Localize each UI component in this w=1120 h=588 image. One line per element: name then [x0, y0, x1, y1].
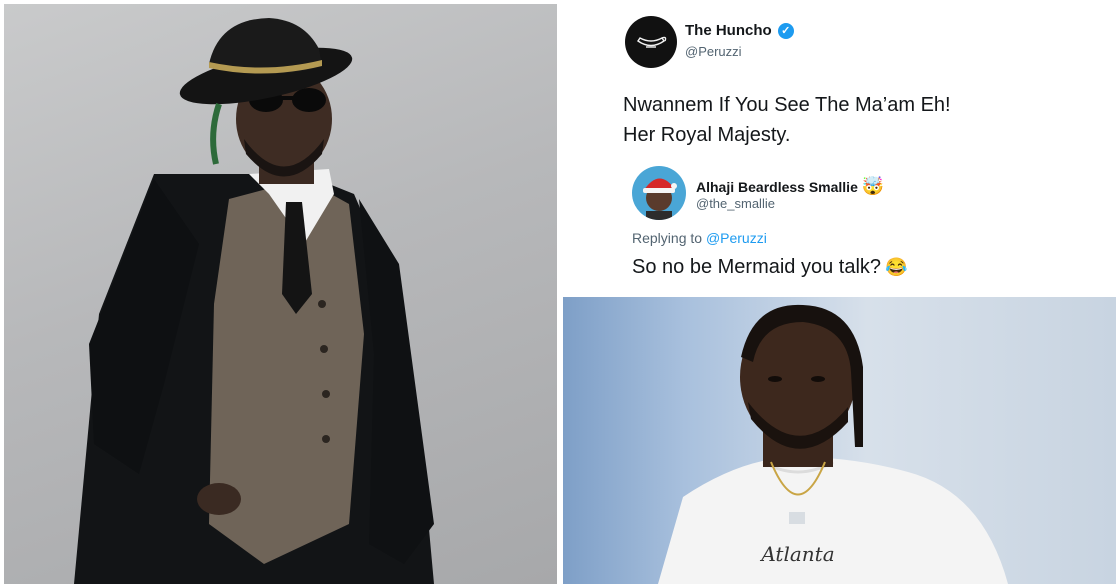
- suited-man-photo: [4, 4, 557, 584]
- reply-text-body: So no be Mermaid you talk?: [632, 256, 882, 278]
- reply-author-avatar[interactable]: [632, 166, 686, 220]
- gravy-boat-logo-icon: [637, 36, 667, 48]
- tweet-text-line: Her Royal Majesty.: [623, 124, 791, 146]
- replying-to-mention-link[interactable]: @Peruzzi: [706, 230, 767, 246]
- verified-badge-icon: ✓: [777, 22, 794, 39]
- tweet-screenshot: The Huncho ✓ @Peruzzi Nwannem If You See…: [563, 4, 1116, 291]
- author-name-row: The Huncho ✓: [685, 22, 794, 39]
- santa-hat-avatar-icon: [643, 178, 677, 220]
- replying-to-line: Replying to @Peruzzi: [632, 230, 767, 246]
- replying-to-label: Replying to: [632, 230, 703, 246]
- author-handle[interactable]: @Peruzzi: [685, 44, 742, 59]
- reply-author-name[interactable]: Alhaji Beardless Smallie: [696, 179, 858, 195]
- white-tshirt-man-illustration: [658, 304, 1008, 584]
- author-name[interactable]: The Huncho: [685, 22, 772, 39]
- white-tshirt-man-photo: Atlanta: [563, 297, 1116, 584]
- reply-author-name-row: Alhaji Beardless Smallie 🤯: [696, 176, 884, 197]
- shirt-logo-text: Atlanta: [761, 542, 835, 566]
- tweet-text-line: Nwannem If You See The Ma’am Eh!: [623, 94, 951, 116]
- author-avatar[interactable]: [625, 16, 677, 68]
- tweet-text: Nwannem If You See The Ma’am Eh! Her Roy…: [623, 90, 1093, 150]
- laughing-crying-emoji-icon: 😂: [885, 257, 908, 277]
- reply-text: So no be Mermaid you talk? 😂: [632, 256, 907, 279]
- reply-author-handle[interactable]: @the_smallie: [696, 196, 775, 211]
- exploding-head-emoji-icon: 🤯: [861, 176, 885, 196]
- suited-man-illustration: [74, 18, 434, 584]
